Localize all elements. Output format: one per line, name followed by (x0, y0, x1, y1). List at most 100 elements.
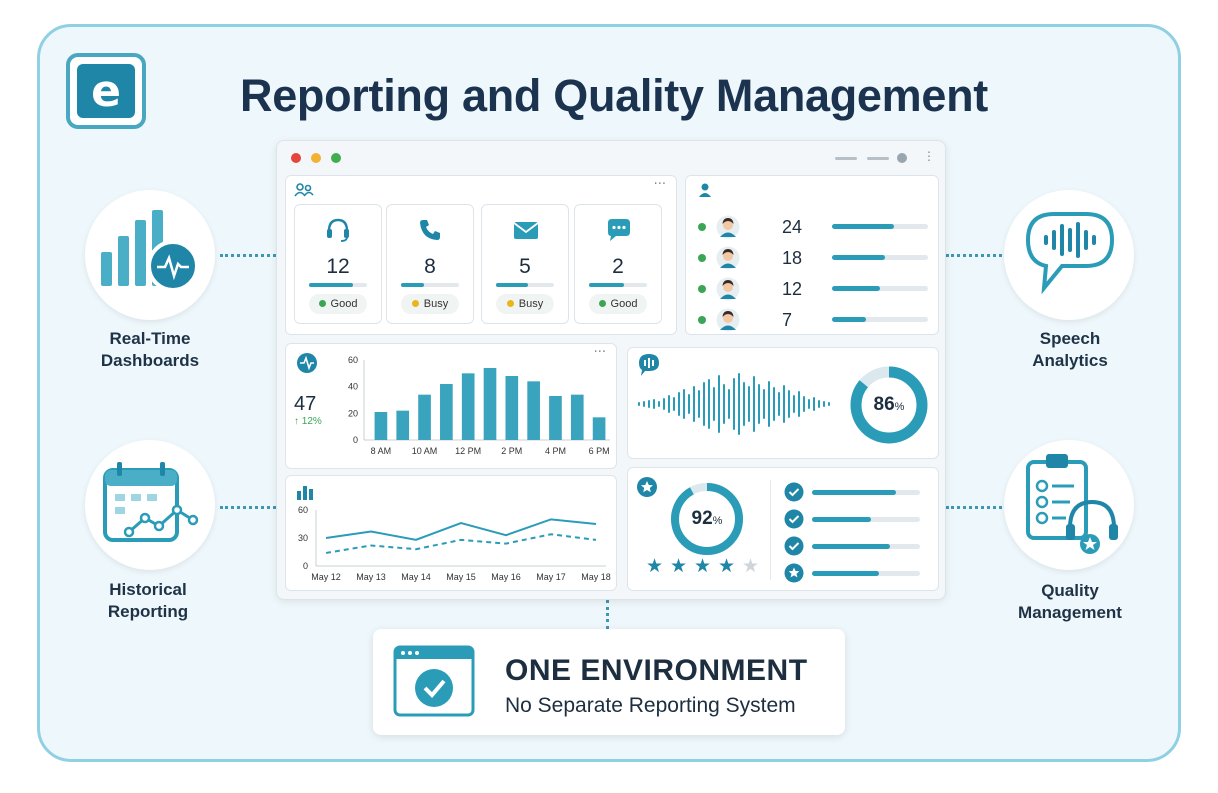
waveform-bar (718, 375, 720, 433)
volume-chart-panel: 47 ↑ 12% ··· 0 20 40 60 8 AM 10 AM 12 PM 2 PM 4 … (285, 343, 617, 469)
speech-score-value: 86 (873, 394, 895, 415)
chat-icon (608, 219, 630, 241)
window-zoom-dot[interactable] (331, 153, 341, 163)
series-line (325, 533, 597, 554)
x-tick-label: May 16 (491, 572, 521, 582)
check-circle-icon (784, 536, 804, 556)
historical-label-line2: Reporting (107, 602, 189, 621)
waveform-bar (713, 387, 715, 421)
star-circle-icon (784, 563, 804, 583)
realtime-dashboards-badge (85, 190, 215, 320)
clipboard-headset-icon (1026, 454, 1118, 554)
volume-value: 47 (294, 393, 317, 415)
waveform-bar (698, 390, 700, 418)
quality-level-fill (812, 490, 897, 495)
bar (570, 394, 584, 440)
bar (418, 394, 431, 440)
x-tick-label: 6 PM (589, 446, 610, 456)
agent-count: 12 (782, 279, 803, 299)
check-circle-icon (784, 509, 804, 529)
historical-reporting-badge (85, 440, 215, 570)
window-more-icon[interactable]: ⋮ (923, 150, 935, 162)
star-badge-icon (637, 477, 657, 497)
agent-row[interactable]: 7 (694, 307, 934, 335)
logo-letter: e (77, 64, 135, 118)
x-tick-label: 8 AM (371, 446, 392, 456)
bar (505, 376, 519, 440)
agent-level-fill (832, 317, 866, 322)
environment-title: ONE ENVIRONMENT (505, 654, 808, 687)
waveform-bar (753, 376, 755, 432)
bar (527, 381, 540, 440)
agent-level-bar (832, 317, 928, 322)
panel-more-icon[interactable]: ··· (654, 178, 666, 192)
y-tick-label: 60 (348, 355, 358, 365)
quality-level-bar (812, 571, 920, 576)
agent-row[interactable]: 18 (694, 245, 934, 273)
x-tick-label: May 12 (311, 572, 341, 582)
bar (396, 410, 410, 440)
waveform-bar (688, 394, 690, 414)
quality-level-fill (812, 517, 872, 522)
volume-change: ↑ 12% (294, 416, 322, 428)
waveform-bar (768, 381, 770, 427)
bar (461, 373, 475, 440)
status-text: Good (330, 298, 358, 310)
stat-value: 2 (612, 255, 624, 278)
realtime-dashboards-label: Real-Time Dashboards (70, 328, 230, 372)
speech-analytics-label: Speech Analytics (990, 328, 1150, 372)
window-minimize-dot[interactable] (311, 153, 321, 163)
window-toolbar-line (835, 157, 857, 160)
quality-label-line2: Management (1018, 603, 1122, 622)
quality-check-row[interactable] (784, 536, 944, 556)
quality-management-label: Quality Management (990, 580, 1150, 624)
speech-bubble-waveform-icon (1025, 212, 1115, 295)
stat-level-fill (401, 283, 425, 287)
stat-card[interactable]: 5 Busy (481, 204, 569, 324)
y-tick-label: 0 (303, 561, 308, 571)
quality-score: 92% (668, 508, 746, 532)
agent-level-fill (832, 286, 880, 291)
y-tick-label: 30 (298, 533, 308, 543)
waveform-bar (813, 397, 815, 411)
window-close-dot[interactable] (291, 153, 301, 163)
agent-row[interactable]: 12 (694, 276, 934, 304)
waveform-bar (668, 395, 670, 413)
window-toolbar-circle[interactable] (897, 153, 907, 163)
agents-panel: 24 18 12 7 (685, 175, 939, 335)
historical-reporting-label: Historical Reporting (68, 579, 228, 623)
waveform-bar (778, 392, 780, 416)
pulse-icon (297, 353, 317, 373)
bar-chart-icon (297, 486, 313, 500)
users-icon (294, 183, 314, 197)
quality-check-row[interactable] (784, 509, 944, 529)
agent-count: 24 (782, 217, 803, 237)
connector-historical (220, 506, 276, 509)
status-badge: Good (589, 294, 647, 314)
agent-count: 7 (782, 310, 793, 330)
agent-row[interactable]: 24 (694, 214, 934, 242)
status-badge: Busy (401, 294, 459, 314)
bar-chart-pulse-icon (101, 210, 199, 292)
environment-subtitle: No Separate Reporting System (505, 694, 796, 717)
connector-speech (946, 254, 1002, 257)
quality-check-row[interactable] (784, 482, 944, 502)
x-tick-label: 12 PM (455, 446, 481, 456)
realtime-label-line2: Dashboards (100, 351, 200, 370)
stat-card[interactable]: 12 Good (294, 204, 382, 324)
waveform-bar (643, 401, 645, 407)
waveform-bar (798, 391, 800, 417)
agent-level-bar (832, 255, 928, 260)
bar (440, 384, 453, 440)
speech-waveform (638, 373, 830, 435)
waveform-bar (683, 389, 685, 419)
stat-card[interactable]: 2 Good (574, 204, 662, 324)
agent-count: 18 (782, 248, 803, 268)
waveform-bar (728, 389, 730, 419)
quality-panel: 92% ★ ★ ★ ★ ★ (627, 467, 939, 591)
quality-score-unit: % (712, 515, 723, 527)
quality-check-row[interactable] (784, 563, 944, 583)
stat-card[interactable]: 8 Busy (386, 204, 474, 324)
online-dot (698, 223, 706, 231)
bar (549, 396, 562, 440)
